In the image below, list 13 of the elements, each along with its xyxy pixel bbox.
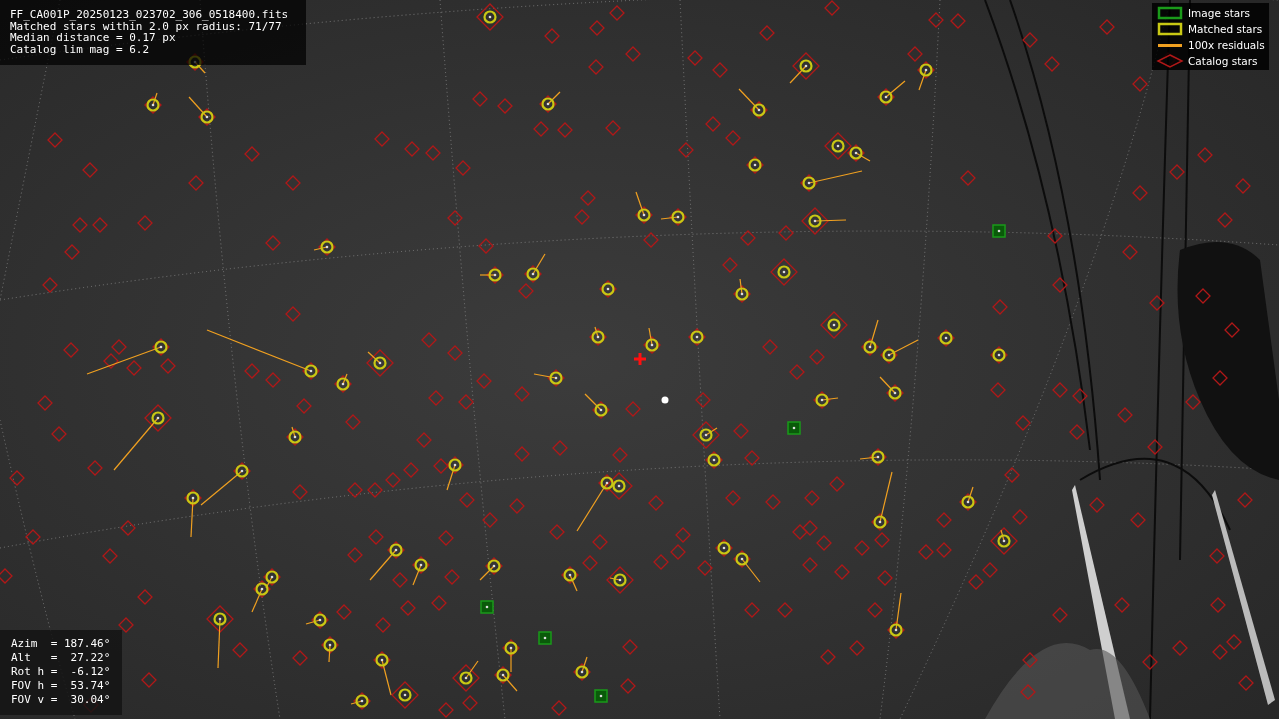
pointing-line: FOV v = 30.04° <box>11 693 112 707</box>
legend-label: Catalog stars <box>1188 54 1258 68</box>
legend-label: Image stars <box>1188 6 1251 20</box>
info-line: Matched stars within 2.0 px radius: 71/77 <box>10 20 282 32</box>
legend-label: Matched stars <box>1188 22 1263 36</box>
pointing-line: Rot h = -6.12° <box>11 665 112 679</box>
info-line: Catalog lim mag = 6.2 <box>10 43 151 55</box>
legend-label: 100x residuals <box>1188 38 1265 52</box>
info-line: FF_CA001P_20250123_023702_306_0518400.fits <box>10 9 290 21</box>
info-line: Median distance = 0.17 px <box>10 32 176 44</box>
pointing-line: Alt = 27.22° <box>11 651 112 665</box>
pointing-line: FOV h = 53.74° <box>11 679 112 693</box>
pointing-line: Azim = 187.46° <box>11 637 112 651</box>
